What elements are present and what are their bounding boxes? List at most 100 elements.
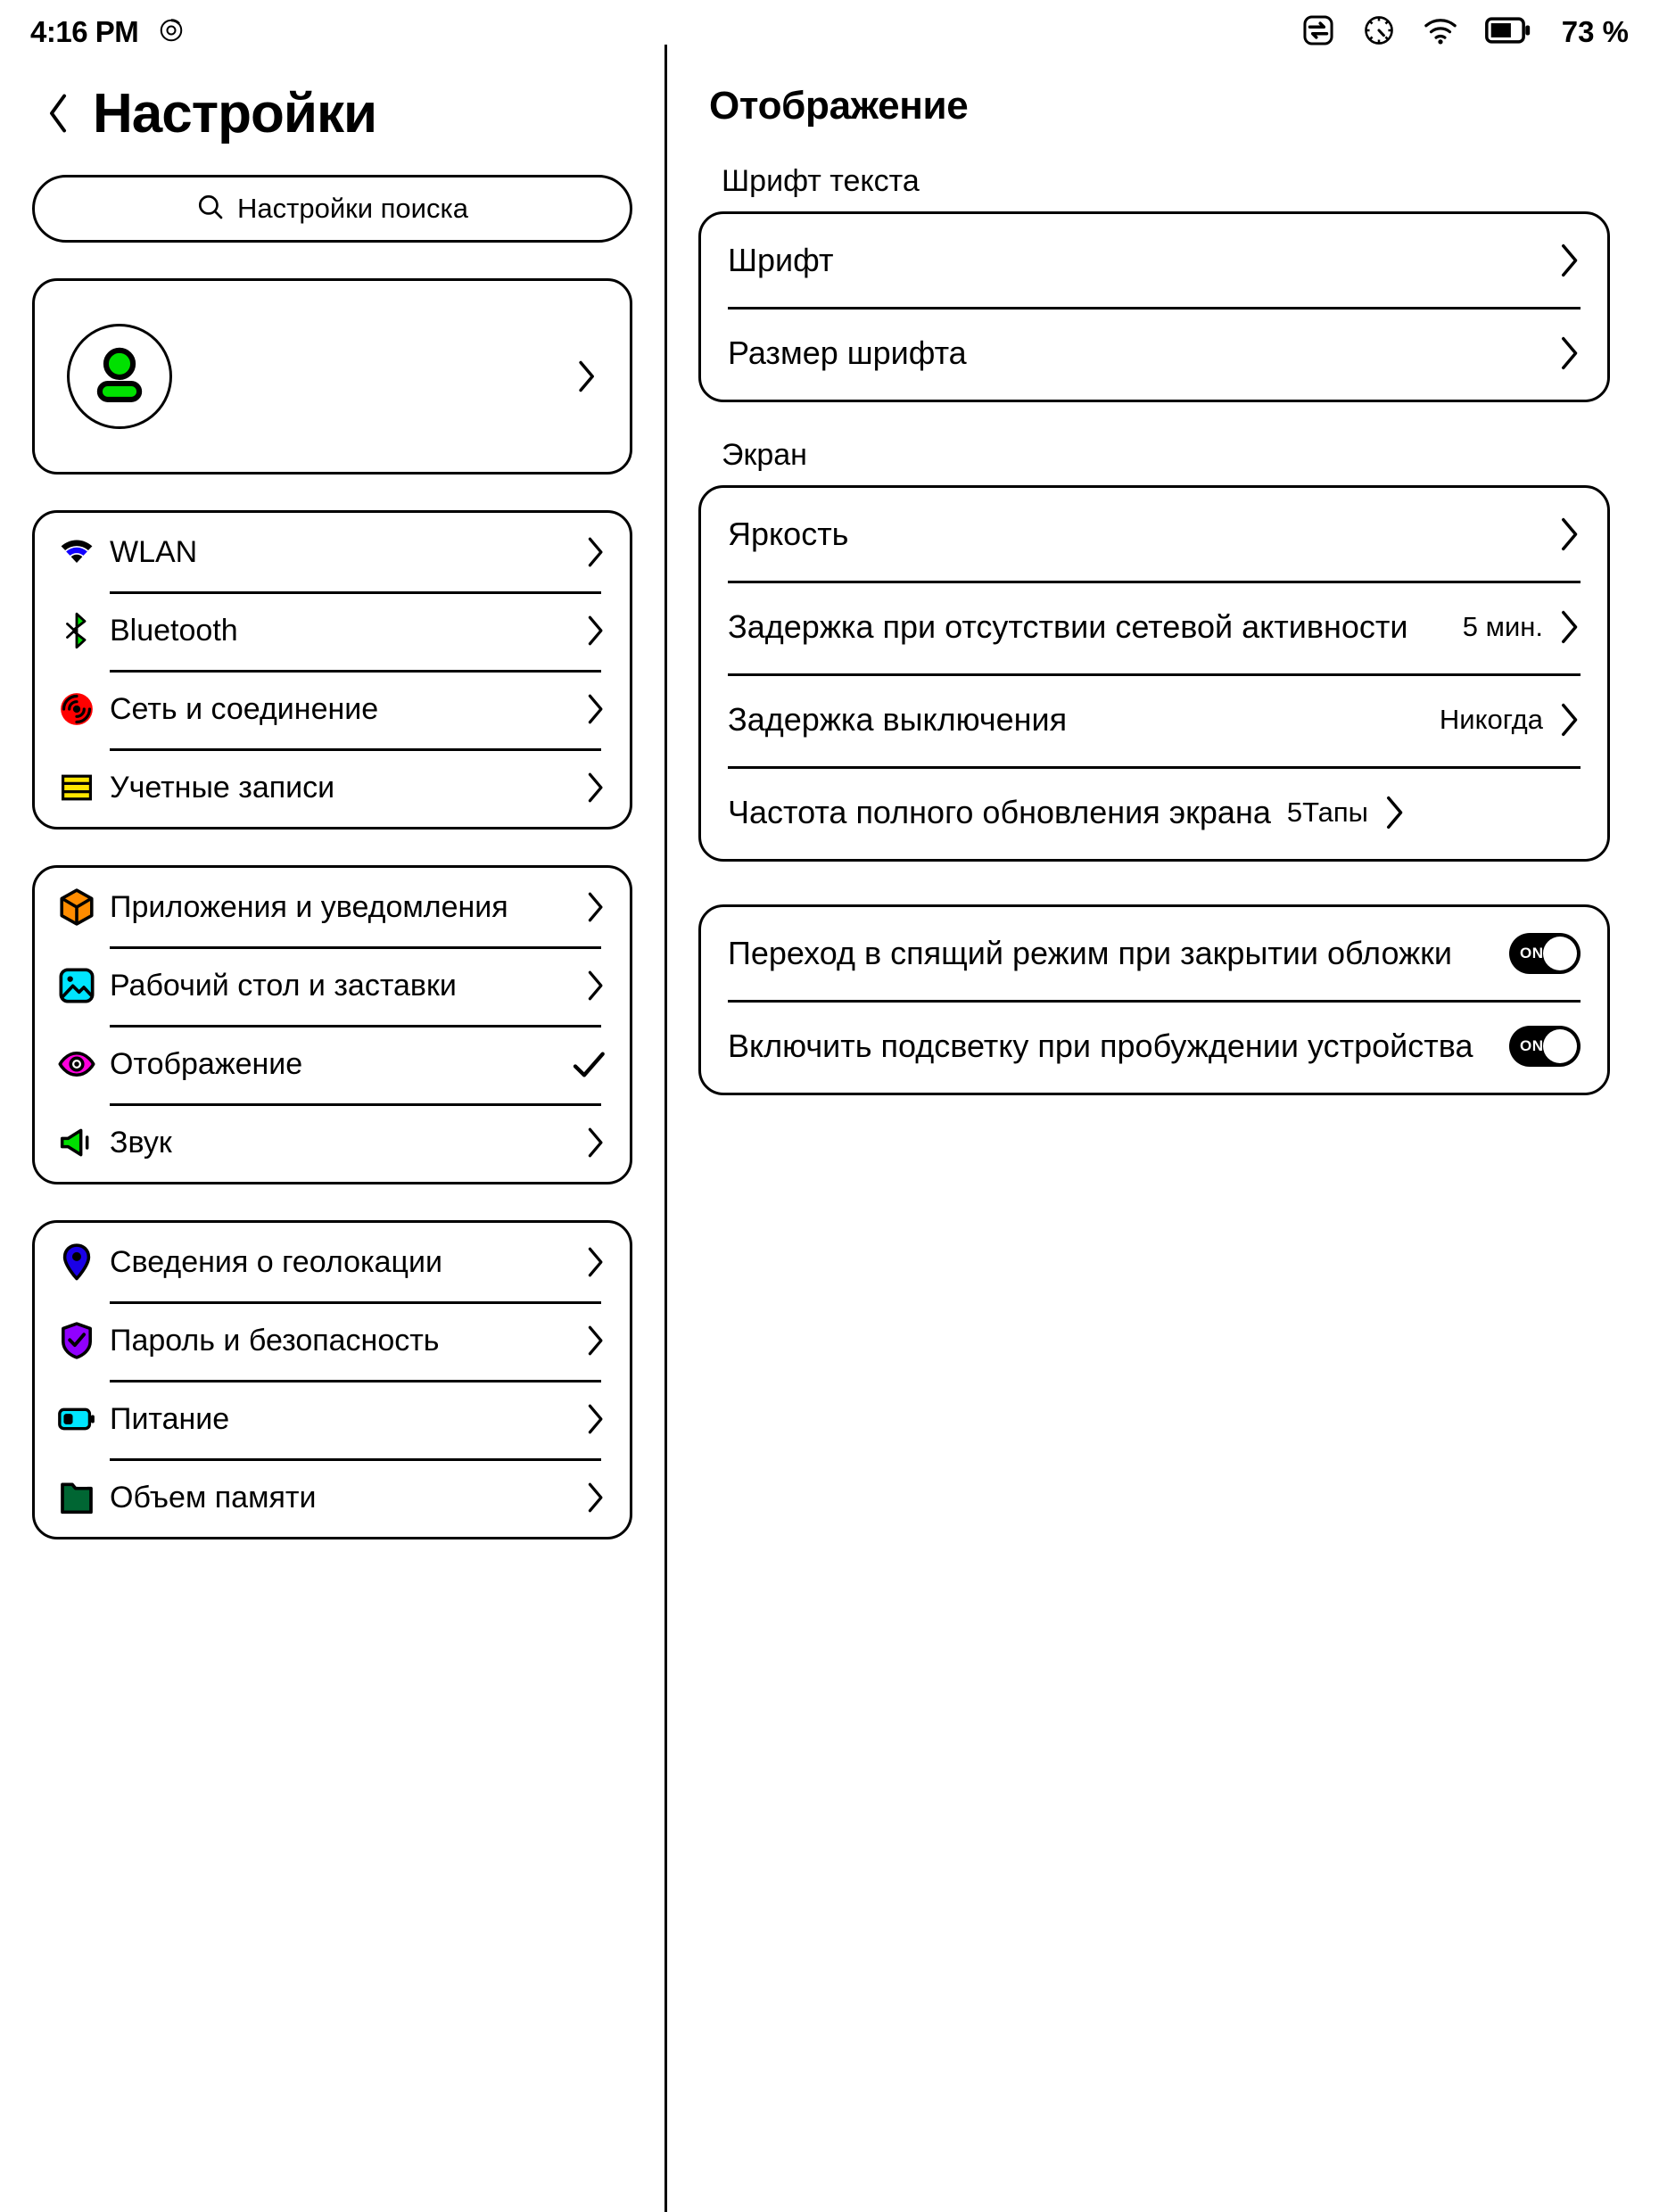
sidebar-header: Настройки bbox=[32, 64, 632, 162]
sidebar-group-system: Сведения о геолокации Пароль и безопасно… bbox=[32, 1220, 632, 1539]
sidebar-item-label: Учетные записи bbox=[110, 770, 335, 805]
setting-label: Включить подсветку при пробуждении устро… bbox=[728, 1028, 1473, 1065]
setting-label: Шрифт bbox=[728, 242, 834, 279]
setting-label: Задержка при отсутствии сетевой активнос… bbox=[728, 608, 1408, 646]
sidebar-item-label: Сведения о геолокации bbox=[110, 1244, 442, 1279]
chevron-right-icon bbox=[1559, 243, 1581, 278]
sidebar-group-connectivity: WLAN Bluetooth Сеть и соединение Учетные… bbox=[32, 510, 632, 830]
location-pin-icon bbox=[58, 1243, 95, 1281]
power-battery-icon bbox=[58, 1407, 95, 1432]
setting-label: Яркость bbox=[728, 516, 849, 553]
chevron-right-icon bbox=[585, 693, 607, 725]
chevron-right-icon bbox=[1559, 516, 1581, 552]
sidebar-item-network[interactable]: Сеть и соединение bbox=[58, 670, 607, 748]
search-icon bbox=[196, 193, 225, 226]
chevron-right-icon bbox=[585, 970, 607, 1002]
chevron-right-icon bbox=[585, 1127, 607, 1159]
setting-value: 5 мин. bbox=[1462, 611, 1543, 642]
sidebar-item-label: Объем памяти bbox=[110, 1480, 317, 1515]
chevron-right-icon bbox=[585, 615, 607, 647]
setting-row-font[interactable]: Шрифт bbox=[728, 214, 1581, 307]
sidebar-item-display[interactable]: Отображение bbox=[58, 1025, 607, 1103]
setting-row-font-size[interactable]: Размер шрифта bbox=[728, 307, 1581, 400]
search-input[interactable]: Настройки поиска bbox=[32, 175, 632, 243]
clock-label: 4:16 PM bbox=[30, 15, 139, 48]
chevron-right-icon bbox=[576, 359, 598, 393]
toggle-knob bbox=[1543, 1029, 1577, 1063]
display-settings-panel: Отображение Шрифт текста Шрифт Размер шр… bbox=[667, 64, 1659, 2212]
wifi-icon bbox=[1423, 15, 1458, 50]
setting-label: Задержка выключения bbox=[728, 701, 1068, 739]
sidebar-item-power[interactable]: Питание bbox=[58, 1380, 607, 1458]
sidebar-item-accounts[interactable]: Учетные записи bbox=[58, 748, 607, 827]
panel-title: Отображение bbox=[709, 84, 969, 128]
bluetooth-icon bbox=[58, 612, 95, 649]
chevron-right-icon bbox=[585, 1403, 607, 1435]
setting-row-shutdown-delay[interactable]: Задержка выключения Никогда bbox=[728, 673, 1581, 766]
wifi-icon bbox=[58, 539, 95, 565]
sidebar-item-label: Питание bbox=[110, 1401, 230, 1436]
toggle-state-label: ON bbox=[1520, 1037, 1544, 1054]
sidebar-item-wallpaper[interactable]: Рабочий стол и заставки bbox=[58, 946, 607, 1025]
sidebar-item-location[interactable]: Сведения о геолокации bbox=[58, 1223, 607, 1301]
search-placeholder: Настройки поиска bbox=[237, 193, 468, 224]
setting-value: Никогда bbox=[1439, 704, 1543, 735]
sidebar-item-label: Рабочий стол и заставки bbox=[110, 968, 457, 1003]
section-label-screen: Экран bbox=[722, 438, 807, 472]
sidebar-item-sound[interactable]: Звук bbox=[58, 1103, 607, 1182]
setting-row-refresh-rate[interactable]: Частота полного обновления экрана 5Тапы bbox=[728, 766, 1581, 859]
avatar bbox=[67, 324, 172, 429]
chevron-right-icon bbox=[585, 1325, 607, 1357]
setting-row-network-idle-delay[interactable]: Задержка при отсутствии сетевой активнос… bbox=[728, 581, 1581, 673]
setting-value: 5Тапы bbox=[1286, 796, 1368, 828]
setting-label: Частота полного обновления экрана bbox=[728, 794, 1271, 831]
refresh-circle-icon bbox=[158, 17, 185, 48]
battery-percent-label: 73 % bbox=[1561, 15, 1629, 48]
display-eye-icon bbox=[58, 1051, 95, 1077]
setting-label: Размер шрифта bbox=[728, 334, 967, 372]
status-bar: 4:16 PM 73 % bbox=[0, 0, 1659, 64]
sidebar-item-bluetooth[interactable]: Bluetooth bbox=[58, 591, 607, 670]
data-transfer-icon bbox=[1301, 13, 1335, 52]
sidebar-item-wlan[interactable]: WLAN bbox=[58, 513, 607, 591]
setting-row-sleep-on-cover-close[interactable]: Переход в спящий режим при закрытии обло… bbox=[728, 907, 1581, 1000]
chevron-right-icon bbox=[1559, 335, 1581, 371]
network-icon bbox=[58, 691, 95, 727]
page-title: Настройки bbox=[93, 82, 377, 144]
sidebar-item-label: Bluetooth bbox=[110, 613, 238, 648]
toggles-card: Переход в спящий режим при закрытии обло… bbox=[698, 904, 1610, 1095]
setting-row-frontlight-on-wake[interactable]: Включить подсветку при пробуждении устро… bbox=[728, 1000, 1581, 1093]
settings-sidebar: Настройки Настройки поиска WLAN Bluetoot… bbox=[0, 64, 664, 2212]
toggle-state-label: ON bbox=[1520, 945, 1544, 962]
wallpaper-icon bbox=[58, 968, 95, 1003]
chevron-right-icon bbox=[1559, 609, 1581, 645]
sidebar-item-label: Пароль и безопасность bbox=[110, 1323, 440, 1358]
chevron-right-icon bbox=[585, 891, 607, 923]
sidebar-item-security[interactable]: Пароль и безопасность bbox=[58, 1301, 607, 1380]
chevron-right-icon bbox=[585, 536, 607, 568]
sidebar-item-apps-notifications[interactable]: Приложения и уведомления bbox=[58, 868, 607, 946]
sidebar-item-storage[interactable]: Объем памяти bbox=[58, 1458, 607, 1537]
sleep-on-cover-close-toggle[interactable]: ON bbox=[1509, 933, 1581, 974]
chevron-right-icon bbox=[585, 1482, 607, 1514]
status-bar-left: 4:16 PM bbox=[30, 15, 185, 49]
check-icon bbox=[571, 1049, 607, 1079]
sidebar-item-label: WLAN bbox=[110, 534, 198, 569]
frontlight-on-wake-toggle[interactable]: ON bbox=[1509, 1026, 1581, 1067]
battery-icon bbox=[1484, 16, 1531, 49]
accounts-icon bbox=[58, 773, 95, 802]
chevron-right-icon bbox=[1559, 702, 1581, 738]
sidebar-item-label: Отображение bbox=[110, 1046, 303, 1081]
sidebar-item-label: Звук bbox=[110, 1125, 172, 1160]
setting-row-brightness[interactable]: Яркость bbox=[728, 488, 1581, 581]
chevron-right-icon bbox=[1384, 795, 1406, 830]
back-chevron-icon[interactable] bbox=[46, 93, 70, 134]
apps-cube-icon bbox=[58, 888, 95, 926]
setting-label: Переход в спящий режим при закрытии обло… bbox=[728, 935, 1453, 972]
chevron-right-icon bbox=[585, 1246, 607, 1278]
toggle-knob bbox=[1543, 937, 1577, 970]
profile-card[interactable] bbox=[32, 278, 632, 475]
shield-check-icon bbox=[58, 1322, 95, 1359]
section-label-font: Шрифт текста bbox=[722, 164, 920, 198]
speedometer-icon bbox=[1362, 13, 1396, 52]
